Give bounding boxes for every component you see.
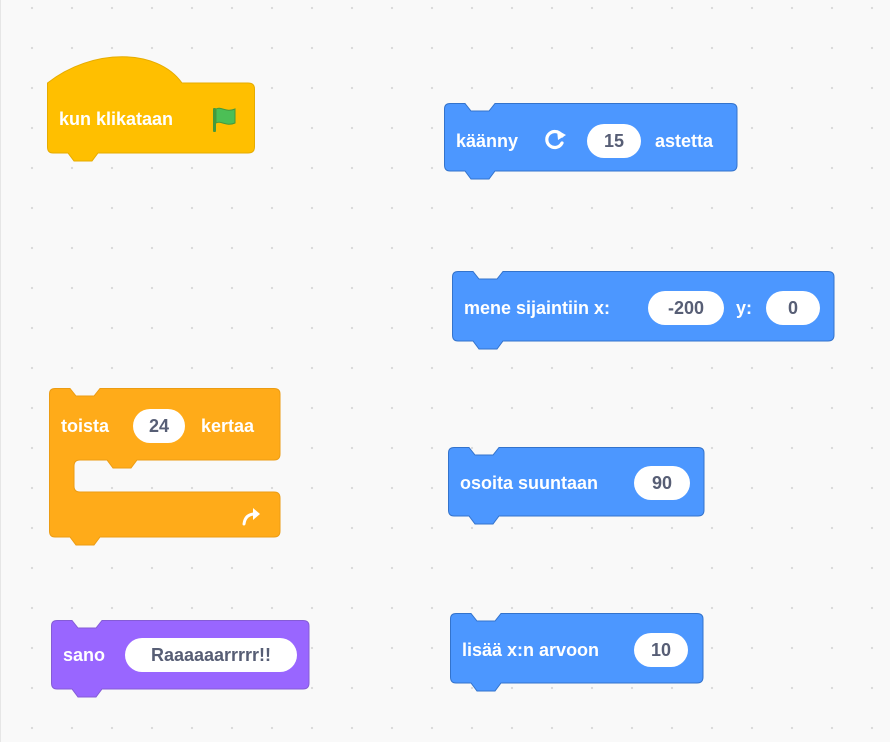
change-x-input[interactable]: 10 <box>634 633 688 667</box>
say-message-input[interactable]: Raaaaaarrrrr!! <box>125 638 297 672</box>
point-direction-input[interactable]: 90 <box>634 466 690 500</box>
turn-label-after: astetta <box>655 131 714 151</box>
repeat-label-before: toista <box>61 416 110 436</box>
say-block[interactable]: sano Raaaaaarrrrr!! <box>51 620 311 702</box>
goto-label-before: mene sijaintiin x: <box>464 298 611 318</box>
repeat-label-after: kertaa <box>201 416 255 436</box>
script-workspace[interactable]: kun klikataan toista 24 kertaa sano Raaa… <box>0 0 890 742</box>
green-flag-icon <box>213 107 236 132</box>
point-direction-label: osoita suuntaan <box>460 473 599 493</box>
turn-label-before: käänny <box>456 131 519 151</box>
change-x-block[interactable]: lisää x:n arvoon 10 <box>450 613 708 699</box>
turn-degrees-input[interactable]: 15 <box>587 124 641 158</box>
goto-xy-block[interactable]: mene sijaintiin x: -200 y: 0 <box>452 271 838 357</box>
when-flag-clicked-block[interactable]: kun klikataan <box>47 56 255 166</box>
point-direction-block[interactable]: osoita suuntaan 90 <box>448 447 710 531</box>
repeat-count-input[interactable]: 24 <box>133 409 185 443</box>
goto-y-input[interactable]: 0 <box>766 291 820 325</box>
loop-arrow-icon <box>242 508 260 526</box>
say-label: sano <box>63 645 106 665</box>
hat-block-label: kun klikataan <box>59 109 174 129</box>
change-x-label: lisää x:n arvoon <box>462 640 600 660</box>
goto-x-input[interactable]: -200 <box>648 291 724 325</box>
turn-block[interactable]: käänny 15 astetta <box>444 103 740 185</box>
goto-label-y: y: <box>736 298 753 318</box>
repeat-block[interactable]: toista 24 kertaa <box>49 388 281 554</box>
rotate-right-icon <box>545 129 566 150</box>
